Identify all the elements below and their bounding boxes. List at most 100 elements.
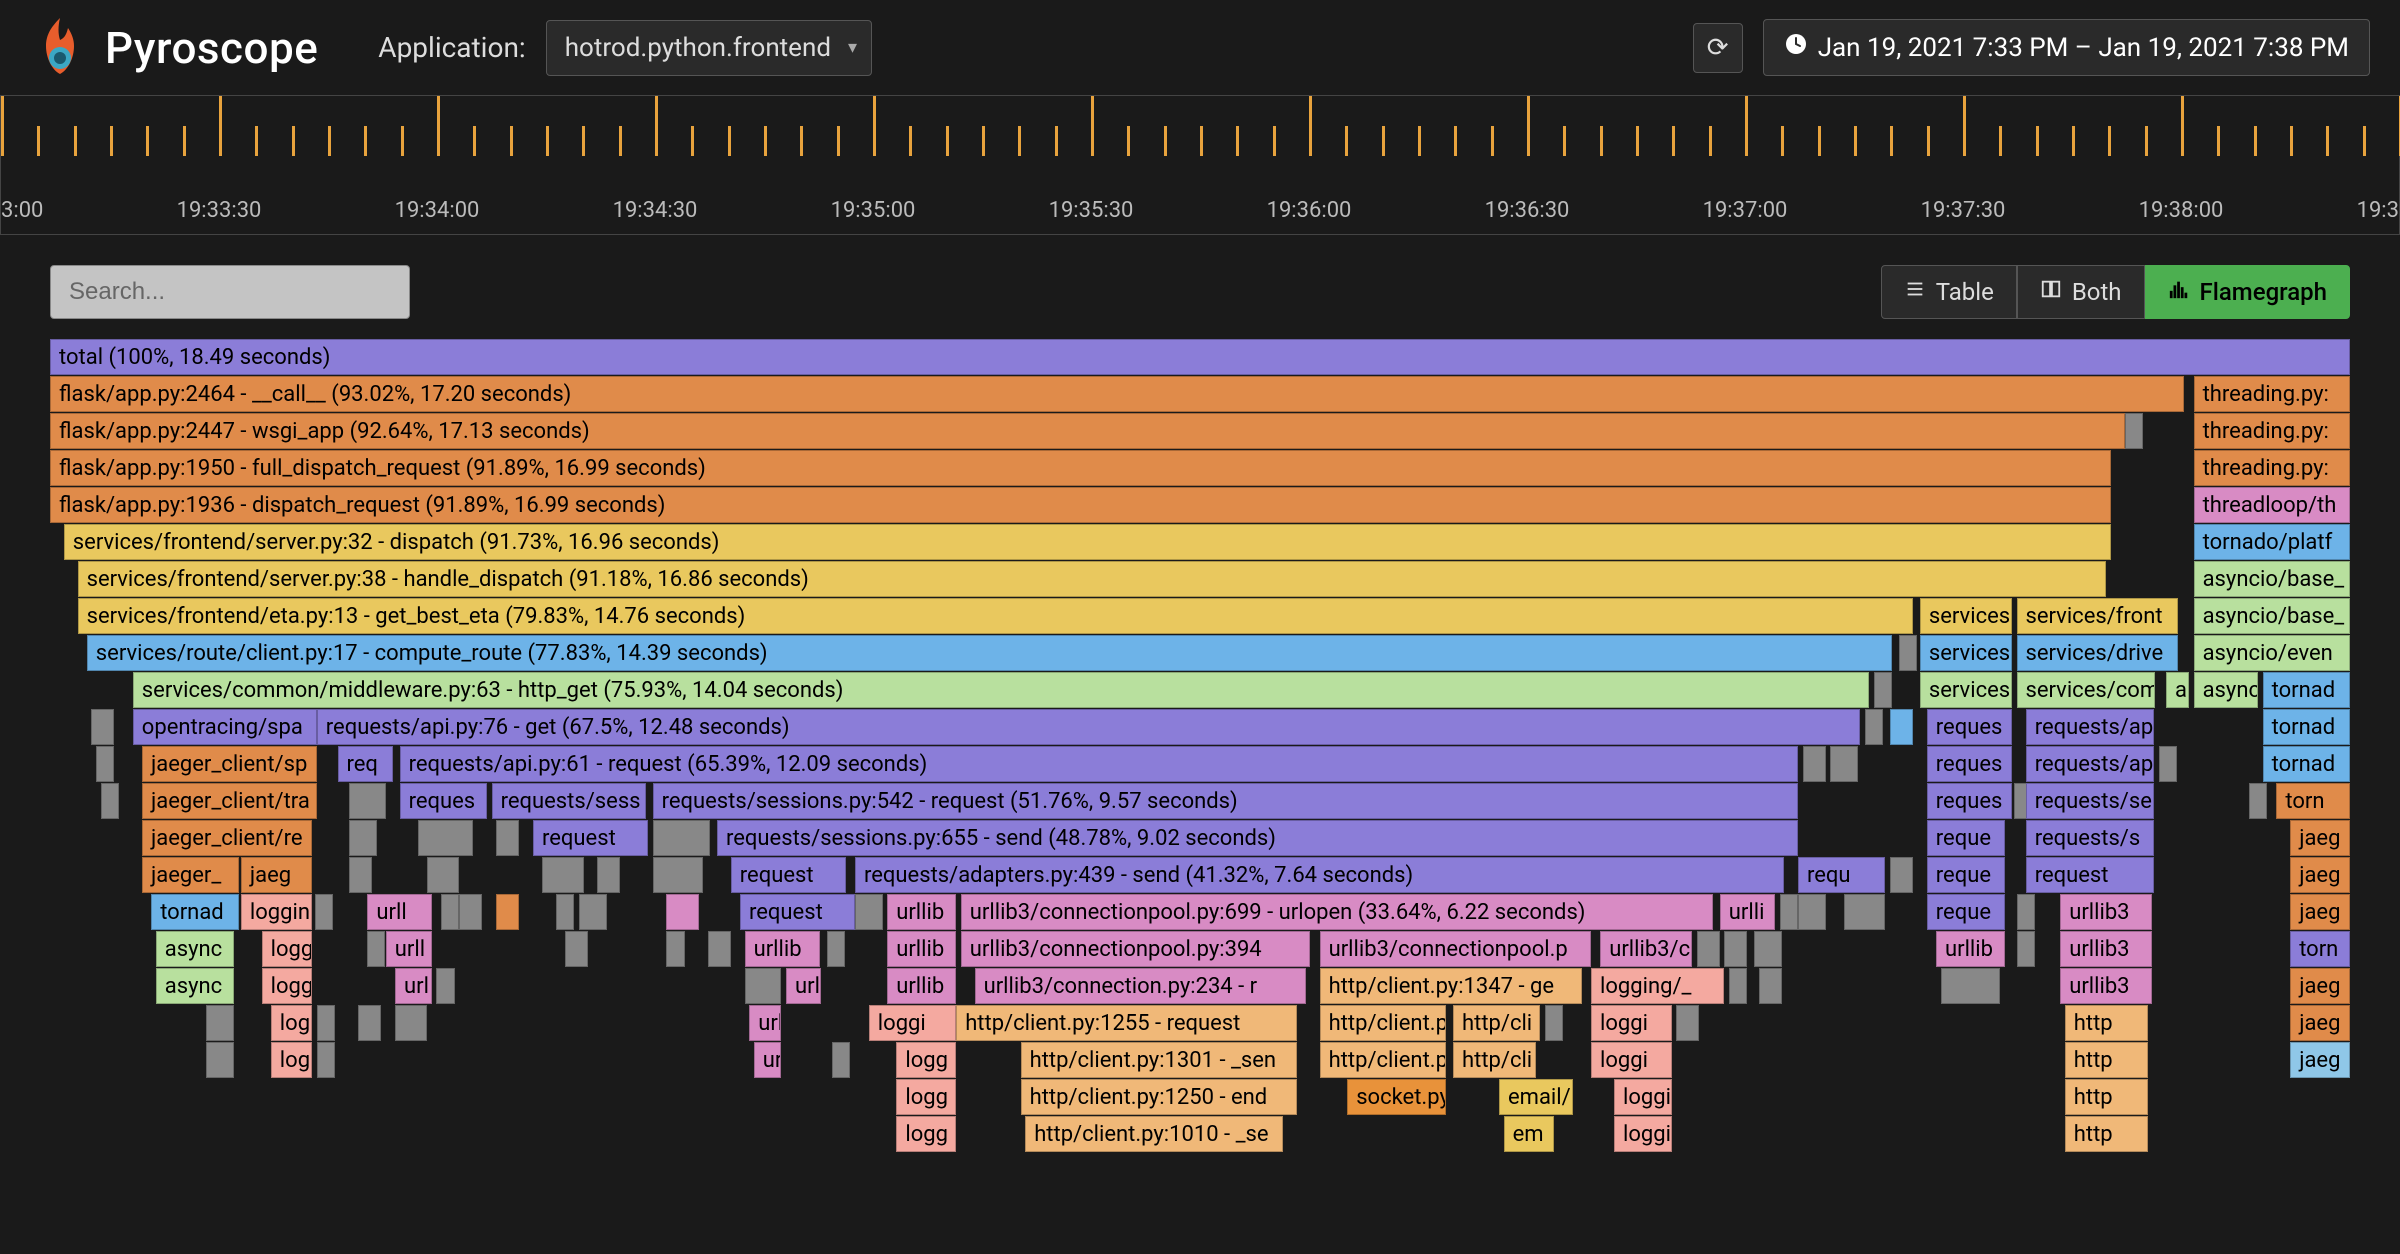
flame-bar[interactable] — [96, 746, 114, 782]
flame-bar[interactable]: jaeger_client/tra — [142, 783, 317, 819]
flame-bar[interactable] — [1890, 857, 1913, 893]
flame-bar[interactable]: services/com — [2017, 672, 2155, 708]
flame-bar[interactable]: async — [156, 968, 234, 1004]
flame-bar[interactable]: socket.py: — [1347, 1079, 1446, 1115]
flame-bar[interactable] — [315, 894, 333, 930]
flame-bar[interactable]: services/frontend/server.py:38 - handle_… — [78, 561, 2107, 597]
flame-bar[interactable]: flask/app.py:2464 - __call__ (93.02%, 17… — [50, 376, 2184, 412]
flame-bar[interactable] — [358, 1005, 381, 1041]
flame-bar[interactable] — [1754, 931, 1782, 967]
flame-bar[interactable]: http/cli — [1453, 1005, 1540, 1041]
flame-bar[interactable] — [653, 857, 704, 893]
flame-bar[interactable] — [436, 968, 454, 1004]
flame-bar[interactable] — [1798, 894, 1826, 930]
flame-bar[interactable]: reques — [1927, 783, 2012, 819]
flame-bar[interactable]: request — [533, 820, 648, 856]
flame-bar[interactable]: reques — [1927, 746, 2012, 782]
flame-bar[interactable] — [1941, 968, 2001, 1004]
flame-bar[interactable]: loggi — [1614, 1116, 1672, 1152]
flame-bar[interactable] — [1874, 672, 1892, 708]
flame-bar[interactable]: urllib — [1936, 931, 2005, 967]
flame-bar[interactable]: urllib3 — [2060, 894, 2152, 930]
flame-bar[interactable]: services/front — [2017, 598, 2178, 634]
flame-bar[interactable] — [542, 857, 583, 893]
flame-bar[interactable]: jaeg — [2290, 1042, 2350, 1078]
flame-bar[interactable]: http/client.py — [1320, 1042, 1447, 1078]
flame-bar[interactable]: requests/sessions.py:655 - send (48.78%,… — [717, 820, 1798, 856]
flame-bar[interactable]: jaeg — [2290, 968, 2350, 1004]
flame-bar[interactable] — [349, 857, 372, 893]
flame-bar[interactable] — [349, 820, 377, 856]
flame-bar[interactable] — [2159, 746, 2177, 782]
flame-bar[interactable]: request — [2026, 857, 2155, 893]
flame-bar[interactable] — [441, 894, 459, 930]
flame-bar[interactable]: urllib — [745, 931, 821, 967]
view-flamegraph-button[interactable]: Flamegraph — [2145, 265, 2350, 319]
flame-bar[interactable]: asyncio/base_ — [2194, 598, 2350, 634]
flame-bar[interactable]: flask/app.py:1936 - dispatch_request (91… — [50, 487, 2111, 523]
flame-bar[interactable]: services — [1920, 672, 2012, 708]
flame-bar[interactable]: loggi — [1591, 1042, 1672, 1078]
flame-bar[interactable] — [317, 1005, 335, 1041]
flame-bar[interactable]: email/ — [1499, 1079, 1573, 1115]
flame-bar[interactable]: urll — [754, 1042, 782, 1078]
flame-bar[interactable] — [653, 820, 711, 856]
flame-bar[interactable]: torn — [2276, 783, 2350, 819]
flame-bar[interactable]: request — [740, 894, 855, 930]
flame-bar[interactable]: http/client.py:1010 - _se — [1025, 1116, 1283, 1152]
flame-bar[interactable]: urllib3/connectionpool.p — [1320, 931, 1591, 967]
flame-bar[interactable]: asyncio/base_ — [2194, 561, 2350, 597]
flame-bar[interactable]: tornad — [2263, 746, 2350, 782]
flame-bar[interactable]: req — [338, 746, 393, 782]
flame-bar[interactable] — [745, 968, 782, 1004]
flame-bar[interactable]: tornado/platf — [2194, 524, 2350, 560]
flame-bar[interactable]: urllib3 — [2060, 968, 2152, 1004]
flame-bar[interactable] — [1865, 709, 1883, 745]
flame-bar[interactable] — [1780, 894, 1798, 930]
flame-bar[interactable]: tornad — [2263, 709, 2350, 745]
flame-bar[interactable]: services/frontend/eta.py:13 - get_best_e… — [78, 598, 1913, 634]
flame-bar[interactable]: http/client.py:1347 - ge — [1320, 968, 1582, 1004]
flame-bar[interactable]: http — [2065, 1042, 2148, 1078]
flame-bar[interactable]: loggi — [1614, 1079, 1672, 1115]
flame-bar[interactable] — [666, 931, 684, 967]
flame-bar[interactable]: jaeg — [2290, 894, 2350, 930]
flame-bar[interactable] — [459, 894, 482, 930]
flame-bar[interactable]: torn — [2290, 931, 2350, 967]
view-table-button[interactable]: Table — [1881, 265, 2017, 319]
flame-bar[interactable] — [556, 894, 574, 930]
flame-bar[interactable] — [1890, 709, 1913, 745]
flame-bar[interactable]: http — [2065, 1116, 2148, 1152]
flame-bar[interactable]: urllib3 — [2060, 931, 2152, 967]
flame-bar[interactable] — [855, 894, 883, 930]
flame-bar[interactable]: requests/adapters.py:439 - send (41.32%,… — [855, 857, 1784, 893]
flame-bar[interactable]: services/frontend/server.py:32 - dispatc… — [64, 524, 2111, 560]
flame-bar[interactable]: services/route/client.py:17 - compute_ro… — [87, 635, 1893, 671]
flame-bar[interactable]: urllib3/connectionpool.py:394 — [961, 931, 1311, 967]
flame-bar[interactable] — [1803, 746, 1826, 782]
flame-bar[interactable]: jaeger_client/re — [142, 820, 312, 856]
flame-bar[interactable] — [2017, 894, 2035, 930]
flame-bar[interactable]: loggi — [262, 968, 313, 1004]
flame-bar[interactable] — [101, 783, 119, 819]
flame-bar[interactable] — [1676, 1005, 1699, 1041]
date-range-picker[interactable]: Jan 19, 2021 7:33 PM – Jan 19, 2021 7:38… — [1763, 19, 2370, 76]
flame-bar[interactable]: tornad — [151, 894, 238, 930]
flame-bar[interactable]: services — [1920, 635, 2012, 671]
flame-bar[interactable] — [1759, 968, 1782, 1004]
flame-bar[interactable]: jaeger_ — [142, 857, 239, 893]
flame-bar[interactable]: logging/_ — [1591, 968, 1724, 1004]
flame-bar[interactable]: flask/app.py:1950 - full_dispatch_reques… — [50, 450, 2111, 486]
flame-bar[interactable]: services — [1920, 598, 2012, 634]
flame-bar[interactable]: em — [1504, 1116, 1555, 1152]
flame-bar[interactable]: loggi — [1591, 1005, 1672, 1041]
flame-bar[interactable]: request — [731, 857, 846, 893]
flame-bar[interactable]: threading.py: — [2194, 413, 2350, 449]
flame-bar[interactable]: threading.py: — [2194, 450, 2350, 486]
flame-bar[interactable]: jaeg — [2290, 1005, 2350, 1041]
flame-bar[interactable]: reque — [1927, 857, 2005, 893]
flame-bar[interactable]: jaeg — [2290, 857, 2350, 893]
timeline[interactable]: 19:33:0019:33:3019:34:0019:34:3019:35:00… — [0, 95, 2400, 235]
flame-bar[interactable]: http/client.py — [1320, 1005, 1447, 1041]
flame-bar[interactable]: requests/sessions.py:542 - request (51.7… — [653, 783, 1798, 819]
